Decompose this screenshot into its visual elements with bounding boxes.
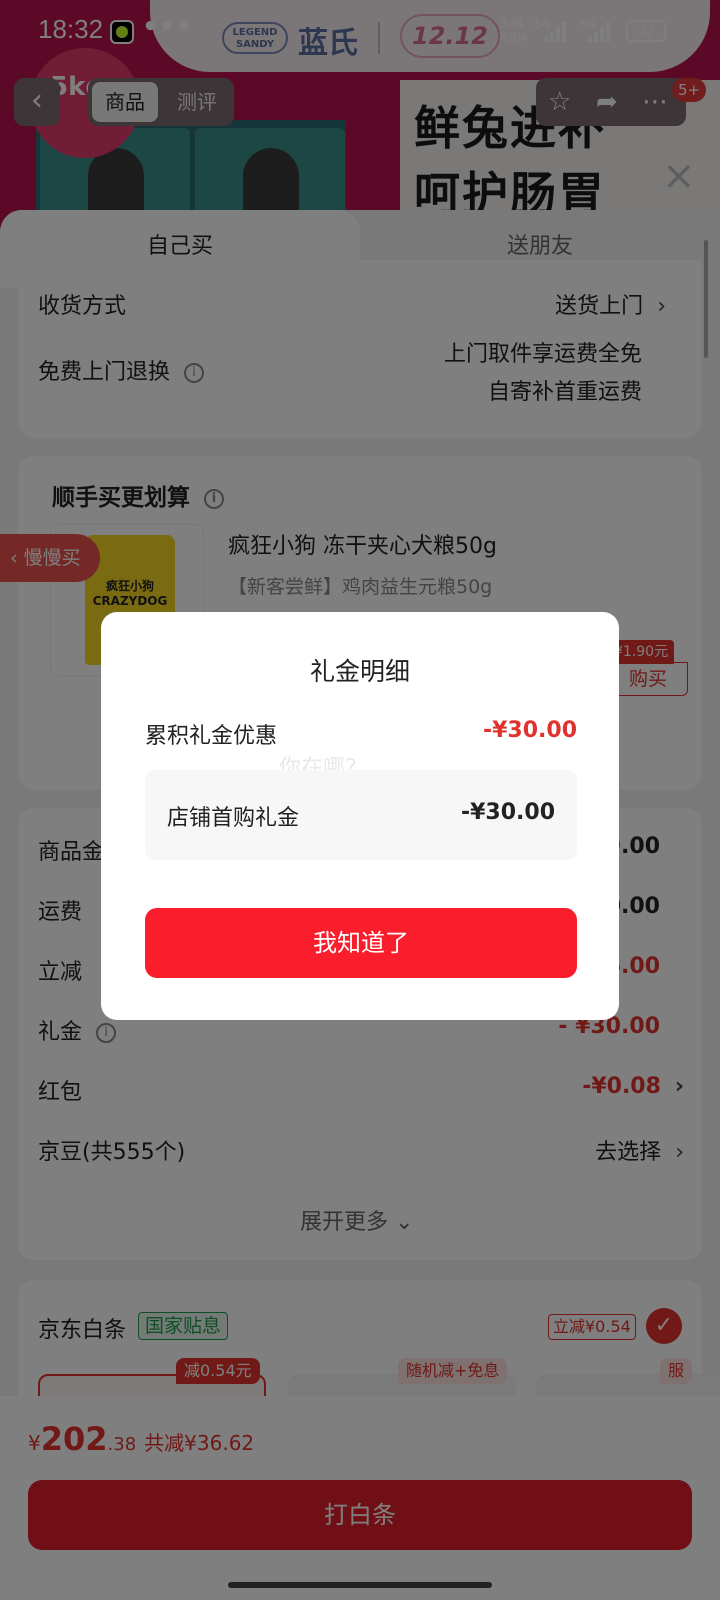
dialog-total-label: 累积礼金优惠 xyxy=(145,724,278,749)
dialog-title: 礼金明细 xyxy=(309,657,410,686)
dialog-item-label: 店铺首购礼金 xyxy=(167,806,300,831)
dialog-total-value: -¥30.00 xyxy=(482,718,577,743)
confirm-button[interactable]: 我知道了 xyxy=(145,908,577,978)
dialog-gift-item: 店铺首购礼金 -¥30.00 xyxy=(145,770,577,860)
gift-money-detail-dialog: 礼金明细 累积礼金优惠 -¥30.00 你在哪？ 店铺首购礼金 -¥30.00 … xyxy=(101,612,619,1020)
home-indicator[interactable] xyxy=(228,1582,492,1588)
dialog-item-value: -¥30.00 xyxy=(460,800,555,825)
